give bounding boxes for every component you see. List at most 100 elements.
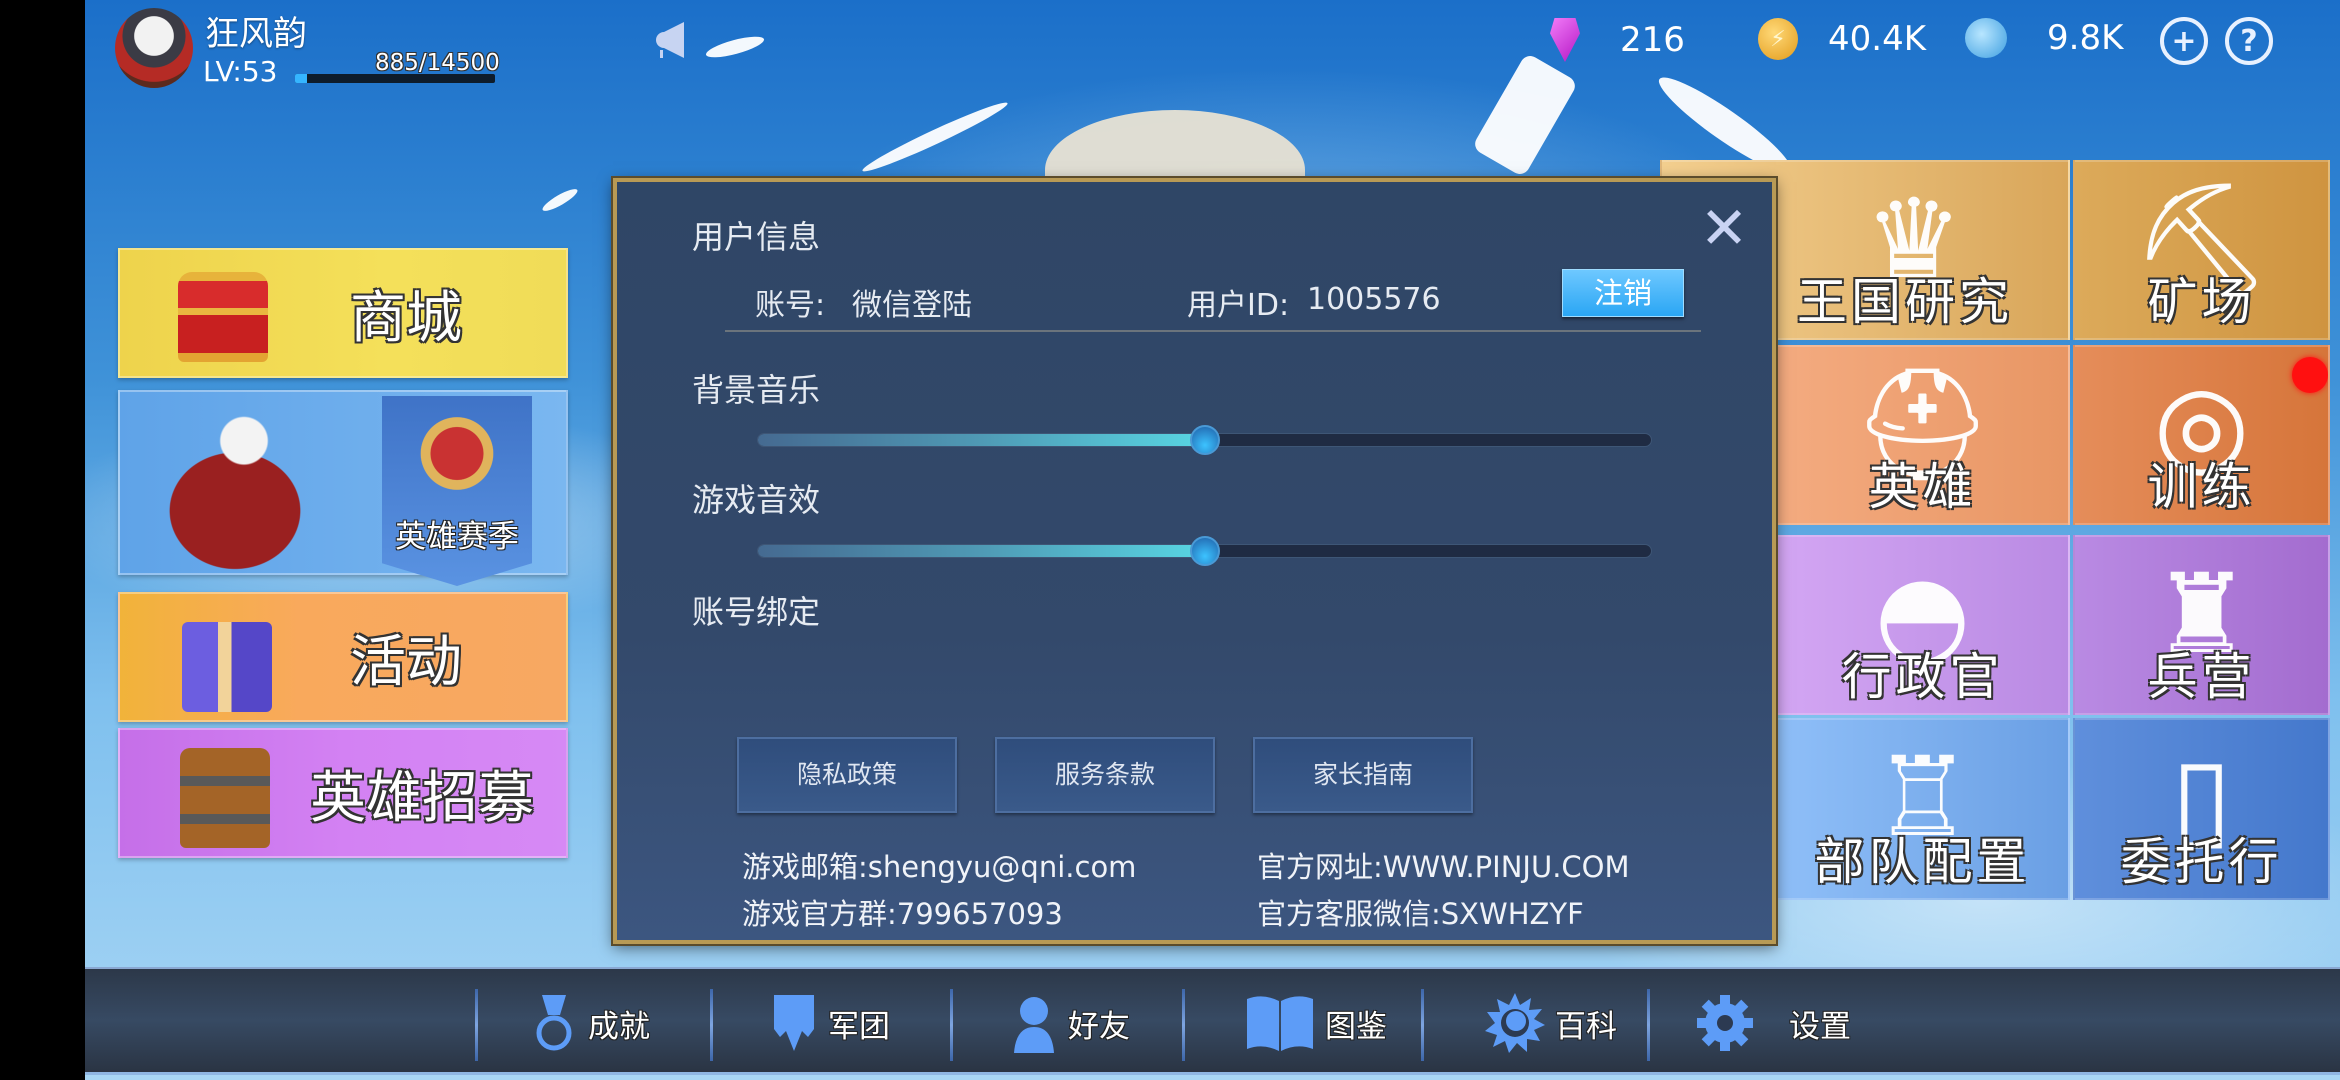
season-label: 英雄赛季 (395, 519, 519, 555)
treasure-chest-icon (178, 272, 268, 362)
medal-icon (536, 995, 572, 1051)
player-name: 狂风韵 (205, 14, 307, 54)
music-slider-fill (758, 434, 1205, 446)
nav-codex[interactable]: 图鉴 (1245, 969, 1387, 1077)
hero-portrait (145, 397, 325, 572)
resource-soul: 9.8K (1965, 18, 2123, 58)
tile-training[interactable]: ◎ 训练 (2073, 345, 2330, 525)
dialog-title: 用户信息 (692, 218, 821, 256)
sfx-label: 游戏音效 (692, 481, 821, 519)
season-banner: 英雄赛季 (382, 396, 532, 586)
add-resource-button[interactable]: + (2160, 17, 2208, 65)
tile-hero[interactable]: ⛑ 英雄 (1775, 345, 2070, 525)
recruit-label: 英雄招募 (310, 765, 534, 831)
bird-decoration (1471, 52, 1579, 178)
sfx-volume-slider[interactable] (757, 536, 1652, 566)
gold-count: 40.4K (1828, 19, 1926, 59)
tavern-mug-icon (180, 748, 270, 848)
banner-icon (774, 995, 814, 1051)
nav-label: 军团 (828, 1008, 890, 1045)
user-id-value: 1005576 (1307, 282, 1441, 317)
help-button[interactable]: ? (2225, 17, 2273, 65)
account-label: 账号: (755, 288, 826, 323)
shop-label: 商城 (350, 285, 462, 351)
gold-coin-icon: ⚡ (1758, 18, 1798, 60)
official-group: 游戏官方群:799657093 (742, 897, 1063, 931)
nav-friends[interactable]: 好友 (1010, 969, 1130, 1077)
sfx-slider-thumb[interactable] (1189, 536, 1220, 566)
soul-count: 9.8K (2047, 18, 2124, 58)
account-binding-label: 账号绑定 (692, 593, 821, 631)
tile-barracks[interactable]: ♜ 兵营 (2073, 535, 2330, 715)
tile-label: 部队配置 (1814, 833, 2031, 891)
nav-legion[interactable]: 军团 (770, 969, 890, 1077)
tile-label: 王国研究 (1797, 273, 2013, 331)
music-slider-thumb[interactable] (1189, 425, 1220, 455)
game-email: 游戏邮箱:shengyu@qni.com (742, 850, 1137, 884)
terms-of-service-button[interactable]: 服务条款 (995, 737, 1215, 813)
official-website: 官方网址:WWW.PINJU.COM (1257, 850, 1630, 884)
close-button[interactable]: ✕ (1698, 199, 1750, 257)
bird-decoration (704, 32, 766, 62)
event-label: 活动 (350, 629, 462, 695)
hero-recruit-button[interactable]: 英雄招募 (118, 728, 568, 858)
tile-label: 委托行 (2120, 833, 2283, 891)
nav-label: 好友 (1068, 1008, 1130, 1045)
book-icon (1247, 996, 1313, 1051)
nav-separator (475, 989, 478, 1061)
xp-text: 885/14500 (375, 50, 500, 76)
announcement-megaphone-icon[interactable] (650, 18, 695, 63)
logout-button[interactable]: 注销 (1562, 269, 1684, 317)
shop-button[interactable]: 商城 (118, 248, 568, 378)
xp-progress-fill (295, 74, 308, 83)
sun-icon (1485, 993, 1545, 1053)
music-volume-slider[interactable] (757, 425, 1652, 455)
divider (725, 330, 1701, 332)
music-label: 背景音乐 (692, 371, 821, 409)
nav-achievements[interactable]: 成就 (530, 969, 650, 1077)
event-button[interactable]: 活动 (118, 592, 568, 722)
sfx-slider-fill (758, 545, 1205, 557)
tile-label: 英雄 (1868, 458, 1977, 516)
account-value: 微信登陆 (852, 288, 972, 323)
nav-label: 成就 (588, 1008, 650, 1045)
tile-label: 训练 (2147, 458, 2256, 516)
nav-encyclopedia[interactable]: 百科 (1485, 969, 1617, 1077)
question-icon: ? (2240, 23, 2258, 59)
player-avatar[interactable] (115, 8, 193, 88)
tile-mine[interactable]: ⛏ 矿场 (2073, 160, 2330, 340)
parental-guide-button[interactable]: 家长指南 (1253, 737, 1473, 813)
friend-icon (1014, 997, 1054, 1053)
bottom-navigation: 成就 军团 好友 图鉴 百科 设置 (85, 967, 2340, 1075)
tile-label: 兵营 (2147, 648, 2256, 706)
player-level: LV:53 (203, 55, 278, 88)
gem-icon (1550, 18, 1580, 62)
bird-decoration (540, 185, 580, 215)
privacy-policy-button[interactable]: 隐私政策 (737, 737, 957, 813)
tile-commission[interactable]: ▯ 委托行 (2073, 718, 2330, 900)
bird-decoration (859, 96, 1011, 178)
nav-label: 百科 (1555, 1008, 1617, 1045)
notification-dot (2292, 357, 2328, 393)
nav-separator (1647, 989, 1650, 1061)
soul-orb-icon (1965, 18, 2007, 58)
nav-separator (1182, 989, 1185, 1061)
letterbox-left (0, 0, 85, 1080)
tile-label: 矿场 (2147, 273, 2256, 331)
nav-settings[interactable]: 设置 (1695, 969, 1851, 1077)
nav-label: 图鉴 (1325, 1008, 1387, 1045)
user-id-label: 用户ID: (1187, 288, 1290, 323)
hero-season-button[interactable]: 英雄赛季 (118, 390, 568, 586)
tile-troop-config[interactable]: ♖ 部队配置 (1775, 718, 2070, 900)
gear-icon (1697, 995, 1753, 1051)
gift-box-icon (182, 622, 272, 712)
nav-label: 设置 (1789, 1008, 1851, 1045)
nav-separator (950, 989, 953, 1061)
tile-administrator[interactable]: ◓ 行政官 (1775, 535, 2070, 715)
resource-gems: 216 (1550, 18, 1685, 62)
plus-icon: + (2171, 23, 2197, 59)
nav-separator (710, 989, 713, 1061)
service-wechat: 官方客服微信:SXWHZYF (1257, 897, 1584, 931)
resource-gold: ⚡ 40.4K (1758, 18, 1926, 60)
user-info-dialog: 用户信息 ✕ 账号: 微信登陆 用户ID: 1005576 注销 背景音乐 游戏… (613, 178, 1776, 944)
